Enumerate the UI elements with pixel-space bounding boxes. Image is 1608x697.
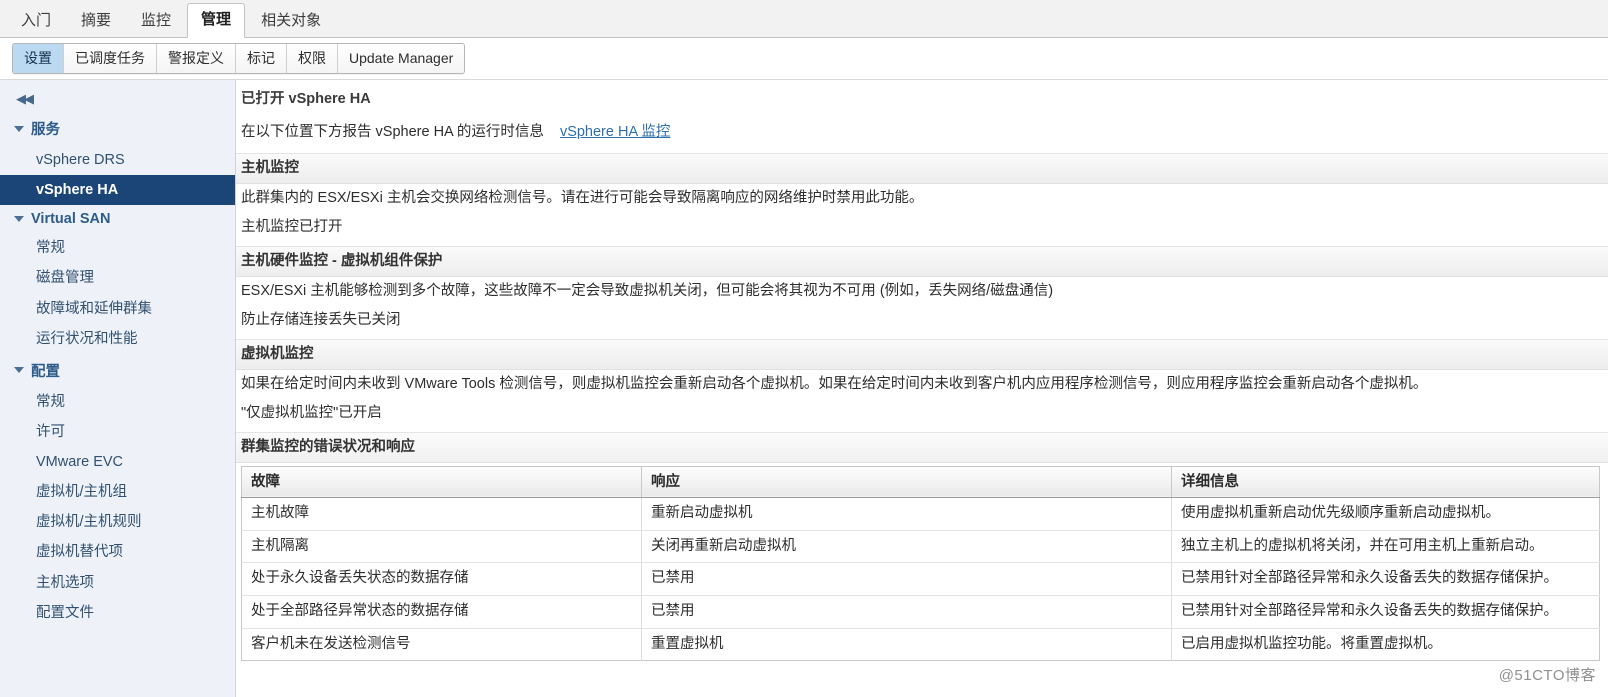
subtab-alarm-definitions[interactable]: 警报定义 bbox=[157, 43, 236, 74]
sidebar-item-profiles[interactable]: 配置文件 bbox=[0, 598, 235, 628]
sidebar-group-virtual-san[interactable]: Virtual SAN bbox=[0, 205, 235, 233]
table-row[interactable]: 主机故障 重新启动虚拟机 使用虚拟机重新启动优先级顺序重新启动虚拟机。 bbox=[241, 497, 1600, 531]
sidebar-item-vm-host-groups[interactable]: 虚拟机/主机组 bbox=[0, 477, 235, 507]
table-row[interactable]: 处于全部路径异常状态的数据存储 已禁用 已禁用针对全部路径异常和永久设备丢失的数… bbox=[241, 595, 1600, 629]
table-header-row: 故障 响应 详细信息 bbox=[241, 466, 1600, 499]
cell-response: 关闭再重新启动虚拟机 bbox=[641, 530, 1172, 564]
cell-response: 已禁用 bbox=[641, 595, 1172, 629]
failure-conditions-table: 故障 响应 详细信息 主机故障 重新启动虚拟机 使用虚拟机重新启动优先级顺序重新… bbox=[241, 465, 1600, 662]
sidebar-group-label: 配置 bbox=[31, 363, 60, 380]
content-split: ◀◀ 服务 vSphere DRS vSphere HA Virtual SAN… bbox=[0, 80, 1608, 697]
sidebar-item-disk-management[interactable]: 磁盘管理 bbox=[0, 263, 235, 293]
sidebar-item-health-and-performance[interactable]: 运行状况和性能 bbox=[0, 324, 235, 354]
column-header-response[interactable]: 响应 bbox=[641, 466, 1172, 499]
column-header-fault[interactable]: 故障 bbox=[241, 466, 642, 499]
failure-table-wrapper: 故障 响应 详细信息 主机故障 重新启动虚拟机 使用虚拟机重新启动优先级顺序重新… bbox=[236, 463, 1608, 662]
sidebar-item-licensing[interactable]: 许可 bbox=[0, 417, 235, 447]
sidebar-collapse-row: ◀◀ bbox=[0, 86, 235, 112]
sidebar-item-host-options[interactable]: 主机选项 bbox=[0, 568, 235, 598]
table-row[interactable]: 处于永久设备丢失状态的数据存储 已禁用 已禁用针对全部路径异常和永久设备丢失的数… bbox=[241, 562, 1600, 597]
sidebar-item-vsan-general[interactable]: 常规 bbox=[0, 233, 235, 263]
sidebar-item-vm-overrides[interactable]: 虚拟机替代项 bbox=[0, 537, 235, 567]
sidebar-group-services[interactable]: 服务 bbox=[0, 112, 235, 145]
cell-fault: 主机故障 bbox=[241, 497, 642, 531]
cell-response: 重新启动虚拟机 bbox=[641, 497, 1172, 531]
cell-fault: 处于永久设备丢失状态的数据存储 bbox=[241, 562, 642, 597]
cell-response: 已禁用 bbox=[641, 562, 1172, 597]
chevron-down-icon bbox=[14, 367, 24, 374]
tab-monitor[interactable]: 监控 bbox=[127, 4, 185, 38]
chevron-down-icon bbox=[14, 125, 24, 132]
tab-related-objects[interactable]: 相关对象 bbox=[247, 4, 335, 38]
cell-response: 重置虚拟机 bbox=[641, 628, 1172, 661]
sidebar-item-vsphere-ha[interactable]: vSphere HA bbox=[0, 175, 235, 206]
sidebar-group-label: Virtual SAN bbox=[31, 211, 111, 228]
cell-fault: 处于全部路径异常状态的数据存储 bbox=[241, 595, 642, 629]
sidebar-item-fault-domains-stretched-cluster[interactable]: 故障域和延伸群集 bbox=[0, 294, 235, 324]
host-monitoring-description: 此群集内的 ESX/ESXi 主机会交换网络检测信号。请在进行可能会导致隔离响应… bbox=[241, 189, 924, 206]
sidebar-item-vmware-evc[interactable]: VMware EVC bbox=[0, 447, 235, 477]
settings-detail-pane: 已打开 vSphere HA 在以下位置下方报告 vSphere HA 的运行时… bbox=[236, 80, 1608, 697]
runtime-info-row: 在以下位置下方报告 vSphere HA 的运行时信息 vSphere HA 监控 bbox=[236, 116, 1608, 153]
runtime-info-text: 在以下位置下方报告 vSphere HA 的运行时信息 bbox=[241, 124, 544, 141]
primary-tab-bar: 入门 摘要 监控 管理 相关对象 bbox=[0, 0, 1608, 38]
cell-fault: 主机隔离 bbox=[241, 530, 642, 564]
hardware-monitoring-description: ESX/ESXi 主机能够检测到多个故障，这些故障不一定会导致虚拟机关闭，但可能… bbox=[241, 282, 1054, 299]
settings-sidebar: ◀◀ 服务 vSphere DRS vSphere HA Virtual SAN… bbox=[0, 80, 236, 697]
sidebar-item-vm-host-rules[interactable]: 虚拟机/主机规则 bbox=[0, 507, 235, 537]
sidebar-item-vsphere-drs[interactable]: vSphere DRS bbox=[0, 145, 235, 175]
sidebar-item-config-general[interactable]: 常规 bbox=[0, 387, 235, 417]
subtab-update-manager[interactable]: Update Manager bbox=[338, 43, 465, 74]
vm-monitoring-heading: 虚拟机监控 bbox=[236, 338, 1608, 370]
subtab-button-group: 设置 已调度任务 警报定义 标记 权限 Update Manager bbox=[12, 42, 466, 75]
host-monitoring-heading: 主机监控 bbox=[236, 153, 1608, 184]
cell-details: 独立主机上的虚拟机将关闭，并在可用主机上重新启动。 bbox=[1171, 530, 1600, 564]
tab-getting-started[interactable]: 入门 bbox=[7, 4, 65, 38]
chevron-down-icon bbox=[14, 216, 24, 223]
tab-summary[interactable]: 摘要 bbox=[67, 4, 125, 38]
vm-monitoring-status: "仅虚拟机监控"已开启 bbox=[241, 404, 382, 421]
cell-details: 使用虚拟机重新启动优先级顺序重新启动虚拟机。 bbox=[1171, 497, 1600, 531]
sidebar-group-label: 服务 bbox=[31, 122, 60, 138]
failure-table-heading: 群集监控的错误状况和响应 bbox=[236, 431, 1608, 463]
subtab-permissions[interactable]: 权限 bbox=[287, 43, 338, 74]
table-row[interactable]: 主机隔离 关闭再重新启动虚拟机 独立主机上的虚拟机将关闭，并在可用主机上重新启动… bbox=[241, 530, 1600, 564]
cell-details: 已禁用针对全部路径异常和永久设备丢失的数据存储保护。 bbox=[1171, 595, 1600, 629]
column-header-details[interactable]: 详细信息 bbox=[1171, 466, 1600, 499]
host-monitoring-status: 主机监控已打开 bbox=[241, 218, 343, 235]
hardware-monitoring-status: 防止存储连接丢失已关闭 bbox=[241, 311, 401, 328]
sidebar-group-configuration[interactable]: 配置 bbox=[0, 354, 235, 387]
vm-monitoring-description: 如果在给定时间内未收到 VMware Tools 检测信号，则虚拟机监控会重新启… bbox=[241, 375, 1428, 392]
cell-details: 已启用虚拟机监控功能。将重置虚拟机。 bbox=[1181, 635, 1442, 652]
subtab-settings[interactable]: 设置 bbox=[13, 43, 64, 74]
cell-fault: 客户机未在发送检测信号 bbox=[241, 628, 642, 661]
hardware-monitoring-heading: 主机硬件监控 - 虚拟机组件保护 bbox=[236, 245, 1608, 277]
watermark: @51CTO博客 bbox=[1498, 667, 1596, 684]
table-row[interactable]: 客户机未在发送检测信号 重置虚拟机 已启用虚拟机监控功能。将重置虚拟机。 bbox=[241, 628, 1600, 661]
vsphere-ha-monitoring-link[interactable]: vSphere HA 监控 bbox=[560, 124, 670, 140]
subtab-tags[interactable]: 标记 bbox=[236, 43, 287, 74]
collapse-left-icon[interactable]: ◀◀ bbox=[16, 91, 34, 107]
tab-manage[interactable]: 管理 bbox=[187, 3, 246, 38]
cell-details: 已禁用针对全部路径异常和永久设备丢失的数据存储保护。 bbox=[1171, 562, 1600, 597]
ha-status-title: 已打开 vSphere HA bbox=[241, 91, 371, 107]
subtab-scheduled-tasks[interactable]: 已调度任务 bbox=[64, 43, 157, 74]
secondary-tab-bar: 设置 已调度任务 警报定义 标记 权限 Update Manager bbox=[0, 38, 1608, 80]
